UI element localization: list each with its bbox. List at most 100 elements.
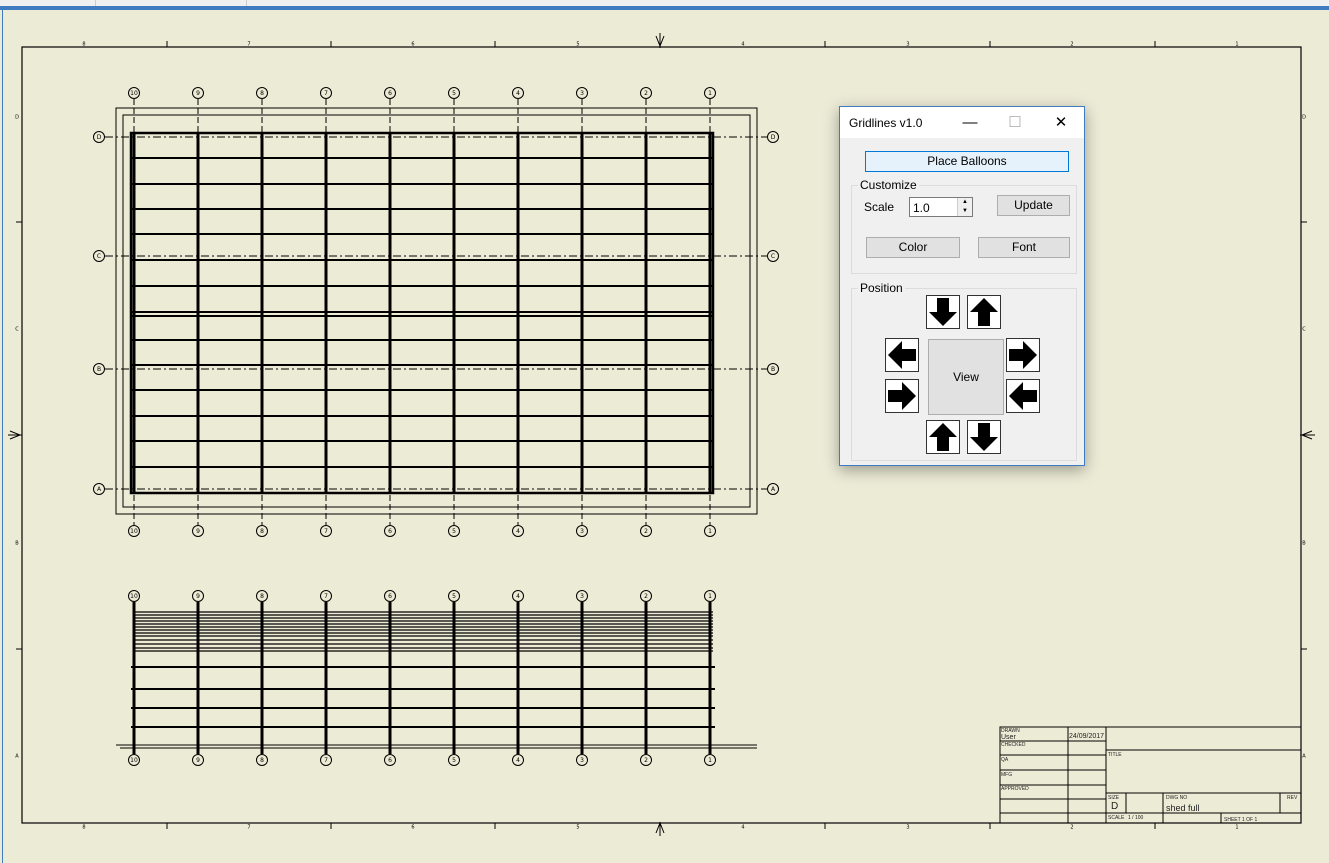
border-column-label: 5 [576,825,579,831]
border-row-label: A [15,754,19,760]
drawing-canvas[interactable]: 8 8 7 7 6 6 5 5 4 4 3 3 2 2 1 1 D D C C B B A A D D C C B B A A 10 10 9 9 8 8… [0,0,1329,863]
dwg-no-label: DWG NO [1166,795,1188,801]
title-label: TITLE [1108,752,1122,758]
grid-balloon-label: 2 [644,528,648,535]
font-button[interactable]: Font [978,237,1070,258]
grid-balloon-label: 5 [452,757,456,764]
grid-balloon-label: 10 [130,757,138,764]
arrow-up-icon [929,423,957,451]
grid-balloon-label: 4 [516,90,520,97]
grid-balloon-label: D [771,134,776,141]
view-button[interactable]: View [928,339,1004,415]
border-row-label: D [15,115,19,121]
grid-balloon-label: 4 [516,757,520,764]
grid-balloon-label: 6 [388,757,392,764]
grid-balloon-label: 7 [324,528,328,535]
border-column-label: 8 [82,825,85,831]
border-row-label: D [1302,115,1306,121]
center-mark-icon [1300,430,1315,440]
move-left-right-button[interactable] [885,379,919,413]
grid-balloon-label: 8 [260,90,264,97]
arrow-left-icon [1009,382,1037,410]
grid-balloon-label: 3 [580,593,584,600]
move-left-left-button[interactable] [885,338,919,372]
grid-balloon-label: 9 [196,90,200,97]
grid-balloon-label: 2 [644,593,648,600]
move-right-right-button[interactable] [1006,338,1040,372]
border-row-label: C [15,327,19,333]
grid-balloon-label: 8 [260,757,264,764]
arrow-right-icon [1009,341,1037,369]
border-column-label: 3 [906,42,909,48]
border-column-label: 7 [247,42,250,48]
grid-balloon-label: 5 [452,90,456,97]
arrow-down-icon [970,423,998,451]
drawn-date: 24/09/2017 [1069,733,1105,740]
spin-buttons[interactable]: ▲ ▼ [957,198,972,216]
border-column-label: 3 [906,825,909,831]
dialog-titlebar[interactable]: Gridlines v1.0 — ☐ ✕ [840,107,1084,138]
grid-balloon-label: 1 [708,593,712,600]
move-right-left-button[interactable] [1006,379,1040,413]
border-row-label: B [15,541,19,547]
grid-balloon-label: 6 [388,593,392,600]
grid-balloon-label: 8 [260,528,264,535]
grid-balloon-label: 1 [708,528,712,535]
mfg-label: MFG [1001,772,1013,778]
sheet-number: SHEET 1 OF 1 [1224,817,1258,823]
drawn-by: User [1001,734,1016,741]
dwg-no-value: shed full [1166,803,1200,813]
move-top-up-button[interactable] [967,295,1001,329]
border-row-label: B [1302,541,1306,547]
border-column-label: 2 [1070,42,1073,48]
update-button[interactable]: Update [997,195,1070,216]
approved-label: APPROVED [1001,786,1029,792]
grid-balloon-label: D [97,134,102,141]
border-column-label: 5 [576,42,579,48]
border-column-label: 1 [1235,825,1238,831]
grid-balloon-label: 6 [388,528,392,535]
scale-input[interactable]: 1.0 [913,201,930,215]
grid-balloon-label: 1 [708,90,712,97]
grid-balloon-label: 9 [196,757,200,764]
grid-balloon-label: B [771,366,775,373]
border-column-label: 4 [741,42,744,48]
border-column-label: 6 [411,42,414,48]
close-button[interactable]: ✕ [1038,107,1084,138]
customize-label: Customize [858,178,919,192]
position-group: Position View [851,281,1077,461]
rev-label: REV [1287,795,1298,801]
maximize-button[interactable]: ☐ [992,107,1038,138]
dialog-title: Gridlines v1.0 [849,116,923,130]
grid-balloon-label: 1 [708,757,712,764]
grid-balloon-label: 6 [388,90,392,97]
grid-balloon-label: 5 [452,593,456,600]
sheet-border [21,46,1302,824]
grid-balloon-label: C [771,253,775,260]
grid-balloon-label: 9 [196,593,200,600]
move-bottom-up-button[interactable] [926,420,960,454]
minimize-button[interactable]: — [947,107,993,138]
center-mark-icon [655,821,665,836]
grid-balloon-label: A [97,486,102,493]
arrow-down-icon [929,298,957,326]
arrow-up-icon [970,298,998,326]
border-column-label: 7 [247,825,250,831]
color-button[interactable]: Color [866,237,960,258]
grid-balloon-label: 10 [130,593,138,600]
grid-balloon-label: 10 [130,528,138,535]
grid-balloon-label: 2 [644,90,648,97]
move-top-down-button[interactable] [926,295,960,329]
move-bottom-down-button[interactable] [967,420,1001,454]
scale-value: 1 / 100 [1128,815,1144,821]
size-value: D [1111,801,1119,812]
grid-balloon-label: B [97,366,101,373]
grid-balloon-label: 9 [196,528,200,535]
gridlines-dialog: Gridlines v1.0 — ☐ ✕ Place Balloons Cust… [839,106,1085,466]
place-balloons-button[interactable]: Place Balloons [865,151,1069,172]
border-column-label: 4 [741,825,744,831]
grid-balloon-label: 4 [516,593,520,600]
grid-balloon-label: 5 [452,528,456,535]
checked-label: CHECKED [1001,742,1026,748]
scale-stepper[interactable]: 1.0 ▲ ▼ [909,197,973,217]
